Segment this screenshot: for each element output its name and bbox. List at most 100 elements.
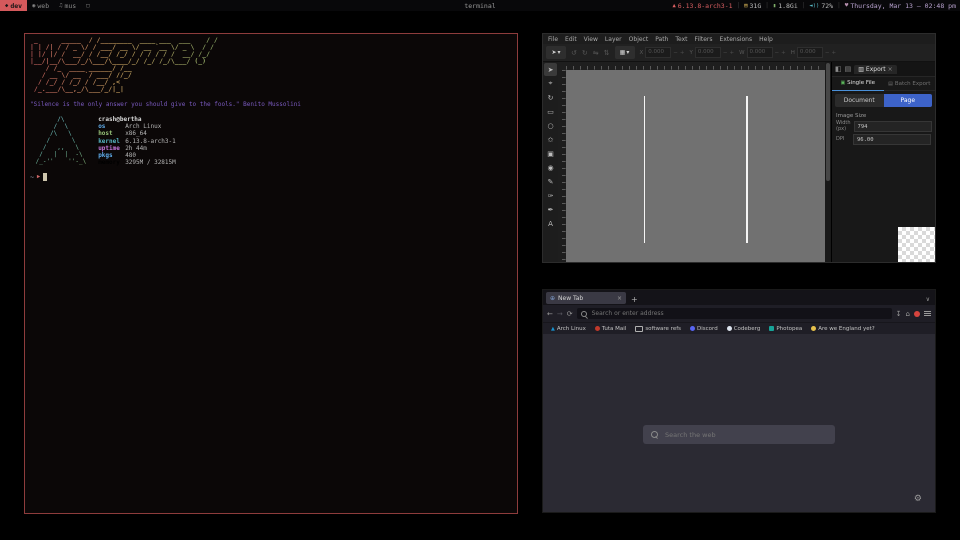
new-tab-button[interactable]: + — [631, 295, 638, 304]
bookmark-folder-software-refs[interactable]: software refs — [635, 326, 681, 332]
memory-icon: ▮ — [773, 3, 776, 9]
box-tool-icon[interactable]: ▣ — [544, 147, 557, 160]
dpi-input[interactable] — [853, 134, 931, 145]
calligraphy-tool-icon[interactable]: ✑ — [544, 189, 557, 202]
active-tab[interactable]: ⊕ New Tab × — [546, 292, 626, 304]
pencil-tool-icon[interactable]: ✎ — [544, 175, 557, 188]
menu-file[interactable]: File — [548, 36, 558, 43]
decrement-button[interactable]: − — [723, 50, 728, 56]
bookmark-are-we-england-yet[interactable]: Are we England yet? — [811, 326, 874, 332]
node-tool-icon[interactable]: ⌖ — [544, 77, 557, 90]
separator: | — [837, 2, 841, 9]
decrement-button[interactable]: − — [775, 50, 780, 56]
menu-object[interactable]: Object — [629, 36, 649, 43]
height-field[interactable]: H 0.000 −+ — [791, 47, 836, 58]
rotate-cw-icon[interactable]: ↻ — [582, 49, 588, 57]
browser-window[interactable]: ⊕ New Tab × + ∨ ← → ⟳ ↧ ⌂ ▲Arch Linux Tu… — [542, 289, 936, 513]
list-all-tabs-icon[interactable]: ∨ — [926, 296, 930, 303]
drawn-path-line[interactable] — [746, 96, 748, 243]
document-button[interactable]: Document — [835, 94, 884, 107]
y-coordinate-field[interactable]: Y 0.000 −+ — [690, 47, 735, 58]
flip-horizontal-icon[interactable]: ⇋ — [593, 49, 599, 57]
drawn-path-line[interactable] — [644, 96, 646, 243]
bookmark-codeberg[interactable]: Codeberg — [727, 326, 761, 332]
width-input[interactable] — [854, 121, 932, 132]
shape-builder-tool-icon[interactable]: ↻ — [544, 91, 557, 104]
close-tab-icon[interactable]: × — [617, 295, 622, 302]
url-bar[interactable] — [577, 308, 892, 319]
text-tool-icon[interactable]: A — [544, 217, 557, 230]
workspace-tag-mus[interactable]: ♫ mus — [54, 0, 81, 11]
bookmark-arch-linux[interactable]: ▲Arch Linux — [551, 326, 586, 332]
pen-tool-icon[interactable]: ✒ — [544, 203, 557, 216]
single-file-tab[interactable]: ▣ Single File — [832, 77, 884, 91]
menu-edit[interactable]: Edit — [565, 36, 577, 43]
objects-dialog-icon[interactable]: ▤ — [845, 65, 852, 73]
menu-path[interactable]: Path — [655, 36, 668, 43]
shell-prompt[interactable]: ~ ▶ — [30, 173, 512, 181]
web-search-box[interactable] — [643, 425, 835, 444]
close-icon[interactable]: × — [888, 66, 893, 73]
web-search-input[interactable] — [663, 430, 827, 440]
width-field[interactable]: W 0.000 −+ — [739, 47, 786, 58]
fetch-row-uptime: uptime2h 44m — [98, 145, 176, 152]
personalize-gear-icon[interactable]: ⚙ — [914, 494, 922, 504]
page-button[interactable]: Page — [884, 94, 933, 107]
export-dialog-tab[interactable]: ▥ Export × — [854, 65, 896, 74]
increment-button[interactable]: + — [832, 50, 837, 56]
workspace-tag-web[interactable]: ◉ web — [27, 0, 54, 11]
bookmark-tuta-mail[interactable]: Tuta Mail — [595, 326, 626, 332]
menu-extensions[interactable]: Extensions — [720, 36, 753, 43]
downloads-icon[interactable]: ↧ — [896, 310, 902, 318]
width-row: Width (px) — [832, 120, 935, 133]
fill-stroke-dialog-icon[interactable]: ◧ — [835, 65, 842, 73]
workspace-label: dev — [10, 2, 22, 10]
flip-vertical-icon[interactable]: ⇅ — [604, 49, 610, 57]
menu-icon[interactable] — [924, 310, 931, 317]
star-tool-icon[interactable]: ✩ — [544, 133, 557, 146]
canvas-zone — [558, 62, 825, 262]
decrement-button[interactable]: − — [673, 50, 678, 56]
menu-view[interactable]: View — [584, 36, 598, 43]
browser-nav-bar: ← → ⟳ ↧ ⌂ — [543, 305, 935, 322]
align-dropdown[interactable]: ▦▾ — [615, 46, 635, 59]
menu-help[interactable]: Help — [759, 36, 773, 43]
scrollbar-thumb[interactable] — [826, 63, 830, 181]
music-workspace-icon: ♫ — [59, 3, 62, 9]
selector-options-dropdown[interactable]: ➤▾ — [546, 46, 566, 59]
extension-icon[interactable] — [914, 311, 920, 317]
status-modules: ▲ 6.13.8-arch3-1 | ▤ 31G | ▮ 1.8Gi | ◄))… — [672, 2, 960, 10]
inkscape-canvas[interactable] — [566, 70, 825, 262]
increment-button[interactable]: + — [729, 50, 734, 56]
workspace-tag-misc[interactable]: □ — [81, 0, 96, 11]
width-label: Width (px) — [836, 121, 851, 132]
batch-export-tab[interactable]: ▤ Batch Export — [884, 77, 936, 90]
increment-button[interactable]: + — [781, 50, 786, 56]
menu-filters[interactable]: Filters — [695, 36, 713, 43]
terminal-window[interactable]: _ _____ / /________ ____ ___ ___ / / | |… — [24, 33, 518, 514]
bookmark-photopea[interactable]: Photopea — [769, 326, 802, 332]
workspace-label: web — [37, 2, 49, 10]
forward-icon[interactable]: → — [557, 310, 563, 318]
spiral-tool-icon[interactable]: ◉ — [544, 161, 557, 174]
ascii-banner-welcome-back: _ _____ / /________ ____ ___ ___ / / | |… — [30, 37, 512, 93]
home-icon[interactable]: ⌂ — [906, 310, 910, 318]
rotate-ccw-icon[interactable]: ↺ — [571, 49, 577, 57]
discord-favicon — [690, 326, 695, 331]
inkscape-window[interactable]: File Edit View Layer Object Path Text Fi… — [542, 33, 936, 263]
x-coordinate-field[interactable]: X 0.000 −+ — [640, 47, 685, 58]
selector-tool-icon[interactable]: ➤ — [544, 63, 557, 76]
rectangle-tool-icon[interactable]: ▭ — [544, 105, 557, 118]
back-icon[interactable]: ← — [547, 310, 553, 318]
decrement-button[interactable]: − — [825, 50, 830, 56]
workspace-tag-dev[interactable]: ◆ dev — [0, 0, 27, 11]
url-input[interactable] — [590, 309, 888, 318]
increment-button[interactable]: + — [680, 50, 685, 56]
chevron-down-icon: ▾ — [558, 49, 561, 56]
ellipse-tool-icon[interactable]: ○ — [544, 119, 557, 132]
menu-layer[interactable]: Layer — [605, 36, 622, 43]
volume-module: ◄)) 72% — [809, 2, 833, 10]
reload-icon[interactable]: ⟳ — [567, 310, 573, 318]
bookmark-discord[interactable]: Discord — [690, 326, 718, 332]
menu-text[interactable]: Text — [675, 36, 687, 43]
